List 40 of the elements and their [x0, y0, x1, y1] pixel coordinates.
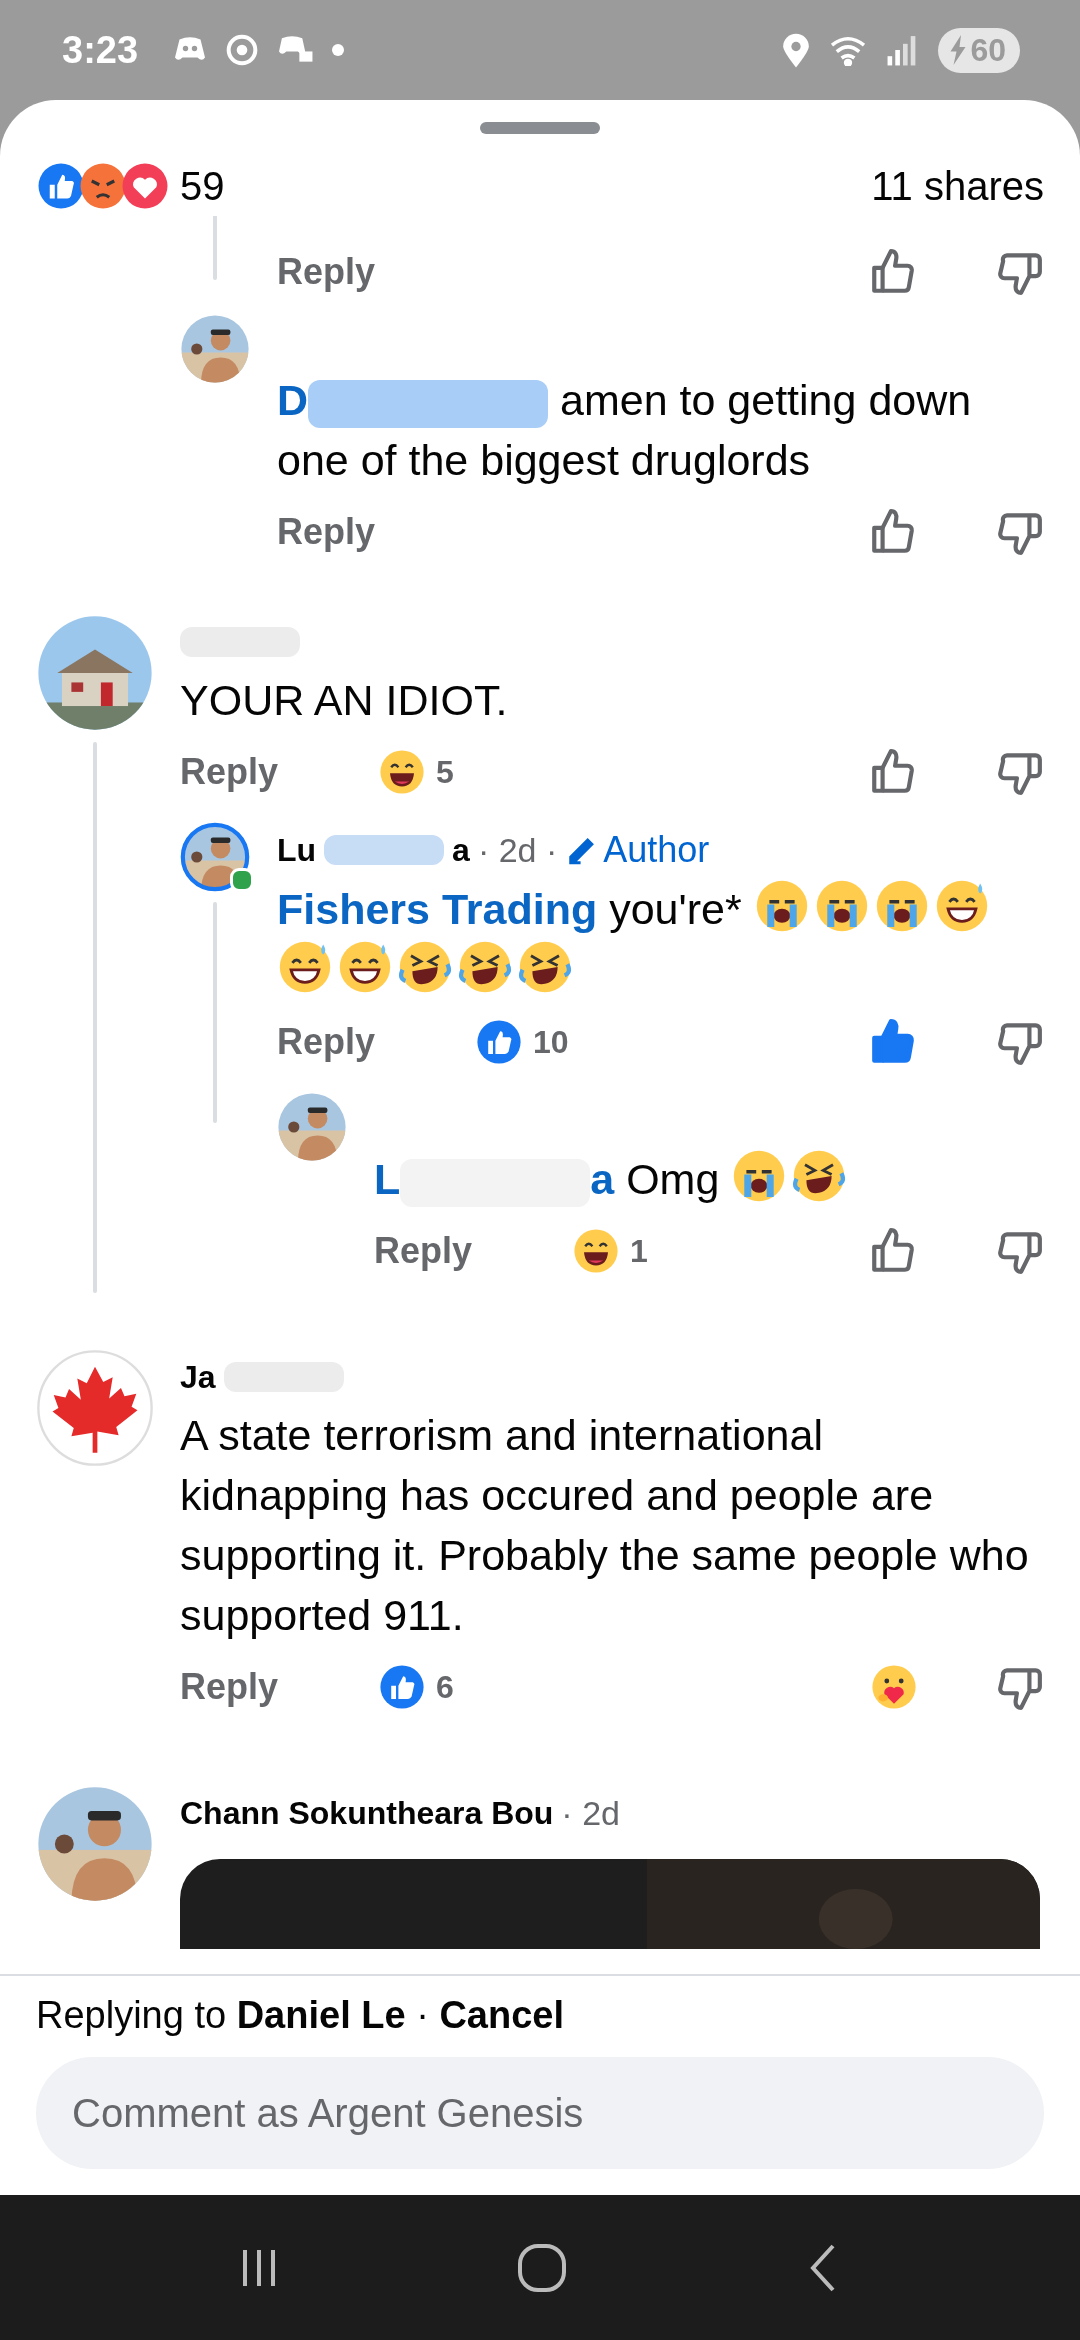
reaction-count: 10: [533, 1023, 569, 1061]
reply-button[interactable]: Reply: [277, 511, 376, 553]
author-name[interactable]: Lu: [277, 831, 317, 869]
comment-text: YOUR AN IDIOT.: [180, 675, 509, 726]
comment-time: · 2d ·: [477, 830, 558, 870]
reaction-count: 1: [630, 1232, 648, 1270]
reaction-count[interactable]: 59: [180, 163, 225, 209]
reply-button[interactable]: Reply: [180, 751, 279, 793]
mention-link[interactable]: D: [277, 376, 309, 424]
status-time: 3:23: [62, 28, 139, 72]
author-name[interactable]: a: [452, 831, 470, 869]
reaction-count: 6: [436, 1668, 454, 1706]
comment-text: Fishers Trading you're*: [277, 878, 1080, 1000]
replying-label: Replying to Daniel Le ·: [36, 1994, 430, 2036]
comment-text: A state terrorism and international kidnapping has occured and people are supporting it. Probably the same people who supported 911.: [180, 1410, 1030, 1641]
cancel-link[interactable]: Cancel: [439, 1994, 565, 2036]
mention-link[interactable]: L: [374, 1155, 401, 1203]
battery-level: 60: [970, 31, 1006, 69]
notification-dot-icon: [332, 44, 345, 56]
comment-text: D amen to getting down one of the biggest druglords: [277, 375, 973, 486]
mention-link[interactable]: Fishers Trading: [277, 885, 598, 933]
care-reaction-button[interactable]: [870, 1663, 918, 1711]
home-button[interactable]: [516, 2241, 568, 2294]
reply-button[interactable]: Reply: [180, 1666, 279, 1708]
location-icon: [782, 32, 811, 68]
drag-handle[interactable]: [480, 122, 600, 134]
author-name[interactable]: Chann Sokuntheara Bou: [180, 1794, 554, 1832]
comment-text: L a Omg: [374, 1148, 1080, 1209]
badge-label: Author: [603, 829, 710, 871]
browser-icon: [226, 34, 259, 66]
reply-button[interactable]: Reply: [277, 1021, 376, 1063]
mention-link[interactable]: a: [590, 1155, 615, 1203]
reaction-count: 5: [436, 753, 454, 791]
reply-button[interactable]: Reply: [374, 1230, 473, 1272]
author-name[interactable]: Ja: [180, 1358, 216, 1396]
maple-leaf-avatar[interactable]: [36, 1349, 154, 1467]
share-count[interactable]: 11 shares: [871, 163, 1044, 209]
comment-time: · 2d: [561, 1793, 620, 1833]
reply-button[interactable]: Reply: [277, 251, 376, 293]
comment-field[interactable]: Comment as Argent Genesis: [36, 2057, 1044, 2169]
